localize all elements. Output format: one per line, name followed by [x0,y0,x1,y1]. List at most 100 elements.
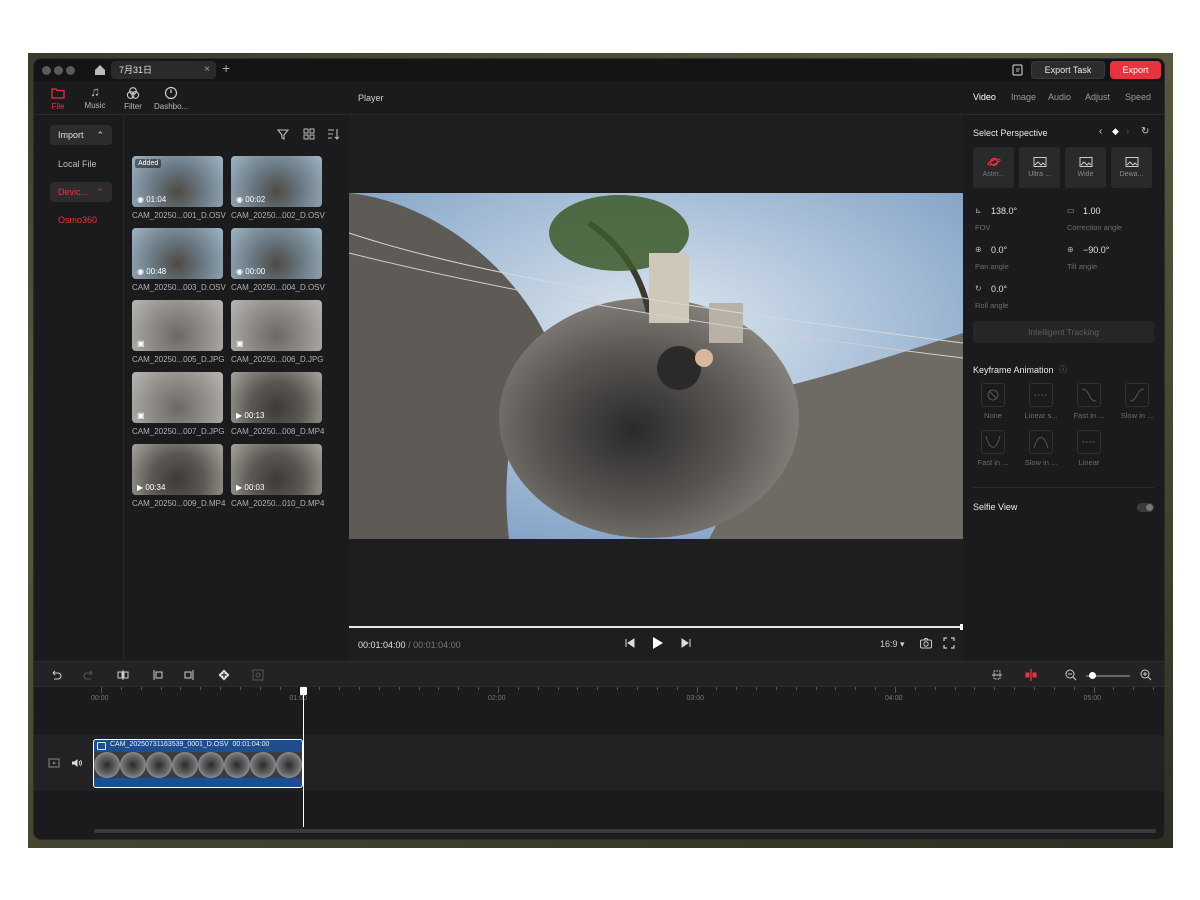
tab-video[interactable]: Video [973,92,996,102]
nav-filter[interactable]: Filter [116,83,150,111]
trim-left-icon[interactable] [150,668,164,682]
folder-icon [51,88,65,99]
minimize-window-button[interactable] [54,66,63,75]
playhead-handle[interactable] [300,687,307,695]
media-thumbnail[interactable]: ◉ 00:48 [132,228,223,279]
import-dropdown[interactable]: Import ⌃ [50,125,112,145]
perspective-ultra-wide[interactable]: Ultra ... [1019,147,1060,188]
music-note-icon: ♫ [90,84,100,99]
source-sidebar: Import ⌃ Local File Devic... ⌃ Osmo360 [34,115,124,661]
keyframe-none[interactable] [981,383,1005,407]
keyframe-linear-speed[interactable] [1029,383,1053,407]
fullscreen-icon[interactable] [942,636,956,650]
intelligent-tracking-button[interactable]: Intelligent Tracking [973,321,1154,343]
nav-music[interactable]: ♫ Music [78,83,112,110]
timeline-clip[interactable]: CAM_20250731163539_0001_D.OSV 00:01:04:0… [93,739,303,788]
local-file-item[interactable]: Local File [58,159,97,169]
pan-value[interactable]: 0.0° [991,245,1007,255]
perspective-asteroid[interactable]: Aster... [973,147,1014,188]
media-filename: CAM_20250...006_D.JPG [231,355,324,364]
nav-dashboard[interactable]: Dashbo... [154,83,188,111]
ease-curve-icon [1081,388,1097,402]
export-task-button[interactable]: Export Task [1031,61,1105,79]
keyframe-slow-in[interactable] [1029,430,1053,454]
osmo360-device-item[interactable]: Osmo360 [58,215,97,225]
aspect-ratio-select[interactable]: 16:9 ▾ [880,639,905,650]
keyframe-linear[interactable] [1077,430,1101,454]
grid-view-icon[interactable] [302,127,316,141]
filter-icon[interactable] [276,127,290,141]
media-thumbnail[interactable]: ▣ [132,300,223,351]
trim-right-icon[interactable] [183,668,197,682]
playback-progress-bar[interactable] [349,624,963,630]
playhead-line[interactable] [303,687,304,827]
snap-magnet-icon[interactable] [990,668,1004,682]
roll-value[interactable]: 0.0° [991,284,1007,294]
progress-handle[interactable] [960,624,963,630]
perspective-wide[interactable]: Wide [1065,147,1106,188]
keyframe-diamond-icon[interactable]: ◆ [1112,126,1119,137]
info-icon[interactable]: ⓘ [1059,364,1067,375]
keyframe-fast-in[interactable] [981,430,1005,454]
home-icon[interactable] [92,62,108,78]
tab-audio[interactable]: Audio [1048,92,1071,102]
keyframe-label: None [984,411,1002,420]
ruler-tick [994,687,996,690]
correction-value[interactable]: 1.00 [1083,206,1101,216]
split-icon[interactable] [116,668,130,682]
video-preview[interactable] [349,193,963,539]
perspective-dewarp[interactable]: Dewa... [1111,147,1152,188]
timeline-scrollbar[interactable] [94,829,1156,833]
project-tab[interactable]: 7月31日 × [111,61,216,79]
fov-value[interactable]: 138.0° [991,206,1017,216]
selfie-view-toggle[interactable] [1137,503,1154,512]
nav-file[interactable]: File [41,83,75,111]
previous-frame-icon[interactable] [623,636,637,650]
keyframe-slow-in-fast-out[interactable] [1125,383,1149,407]
zoom-slider-handle[interactable] [1089,672,1096,679]
media-thumbnail[interactable]: ▶ 00:03 [231,444,322,495]
keyframe-fast-in-slow-out[interactable] [1077,383,1101,407]
tab-image[interactable]: Image [1011,92,1036,102]
planet-icon [986,157,1001,167]
play-icon[interactable] [649,635,665,651]
next-frame-icon[interactable] [679,636,693,650]
media-thumbnail[interactable]: ▶ 00:13 [231,372,322,423]
zoom-out-icon[interactable] [1064,668,1078,682]
ruler-tick [636,687,638,690]
ruler-tick [775,687,777,690]
speaker-icon[interactable] [71,757,83,769]
device-dropdown[interactable]: Devic... ⌃ [50,182,112,202]
ruler-tick [617,687,619,690]
snapshot-camera-icon[interactable] [919,636,933,650]
export-button[interactable]: Export [1110,61,1161,79]
maximize-window-button[interactable] [66,66,75,75]
tab-adjust[interactable]: Adjust [1085,92,1110,102]
media-thumbnail[interactable]: ▶ 00:34 [132,444,223,495]
track-visibility-icon[interactable] [48,757,60,769]
chevron-left-icon[interactable]: ‹ [1099,126,1102,137]
sort-icon[interactable] [326,127,340,141]
tilt-value[interactable]: −90.0° [1083,245,1109,255]
feedback-icon[interactable] [1011,63,1025,77]
media-thumbnail[interactable]: ◉ 00:02 [231,156,322,207]
zoom-in-icon[interactable] [1139,668,1153,682]
media-thumbnail[interactable]: ▣ [132,372,223,423]
keyframe-label: Fast in ... [1073,411,1105,420]
close-tab-icon[interactable]: × [204,61,210,79]
media-thumbnail[interactable]: ▣ [231,300,322,351]
filmstrip-frame [146,752,172,778]
media-thumbnail[interactable]: Added ◉ 01:04 [132,156,223,207]
thumbnail-image [231,300,322,351]
tab-speed[interactable]: Speed [1125,92,1151,102]
ruler-tick [220,687,222,690]
close-window-button[interactable] [42,66,51,75]
timeline-ruler[interactable]: 00:00 01:00 02:00 03:00 04:00 05:00 [34,687,1164,705]
reset-icon[interactable]: ↻ [1141,126,1149,137]
undo-icon[interactable] [49,668,63,682]
split-marker-icon[interactable] [1024,668,1038,682]
add-tab-icon[interactable]: + [222,60,230,76]
media-thumbnail[interactable]: ◉ 00:00 [231,228,322,279]
ruler-tick [756,687,758,690]
add-keyframe-icon[interactable] [217,668,231,682]
